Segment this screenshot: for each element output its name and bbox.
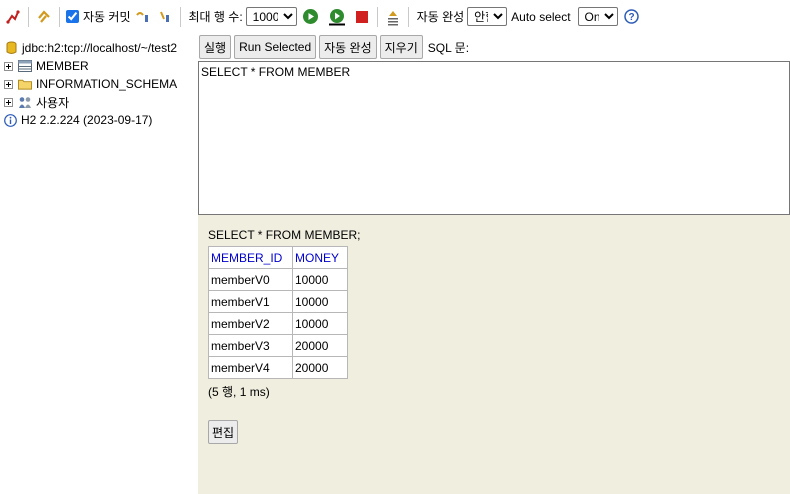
table-cell: 10000 — [292, 290, 348, 313]
toolbar: 자동 커밋 최대 행 수: 1000 자동 완성 안함 Auto select … — [0, 0, 790, 33]
schema-tree: jdbc:h2:tcp://localhost/~/test2 MEMBER I… — [0, 33, 197, 494]
connection-node[interactable]: jdbc:h2:tcp://localhost/~/test2 — [0, 39, 197, 57]
version-node: H2 2.2.224 (2023-09-17) — [0, 111, 197, 129]
tree-item-member[interactable]: MEMBER — [0, 57, 197, 75]
table-cell: memberV1 — [208, 290, 293, 313]
run-step-icon[interactable] — [328, 8, 346, 26]
run-icon[interactable] — [302, 8, 320, 26]
toolbar-divider — [179, 6, 181, 27]
rollback-icon[interactable] — [134, 8, 152, 26]
database-icon — [4, 41, 18, 55]
run-selected-button[interactable]: Run Selected — [234, 35, 317, 59]
expand-icon[interactable] — [4, 97, 13, 107]
refresh-icon[interactable] — [35, 8, 53, 26]
autocomplete-label: 자동 완성 — [416, 10, 465, 24]
table-cell: 20000 — [292, 356, 348, 379]
autocommit-checkbox[interactable] — [66, 10, 79, 23]
table-row: memberV3 20000 — [208, 334, 348, 357]
max-rows-label: 최대 행 수: — [188, 10, 243, 24]
table-cell: memberV2 — [208, 312, 293, 335]
users-icon — [18, 95, 32, 109]
sql-command-bar: 실행 Run Selected 자동 완성 지우기 SQL 문: — [197, 33, 790, 61]
toolbar-divider — [59, 6, 60, 27]
toolbar-divider — [376, 6, 378, 27]
max-rows-select[interactable]: 1000 — [245, 7, 297, 26]
folder-icon — [18, 77, 32, 91]
stop-icon[interactable] — [353, 8, 371, 26]
run-button[interactable]: 실행 — [199, 35, 232, 59]
table-cell: 10000 — [292, 268, 348, 291]
commit-icon[interactable] — [156, 8, 174, 26]
tree-item-label: MEMBER — [36, 59, 89, 73]
expand-icon[interactable] — [4, 79, 13, 89]
autoselect-select[interactable]: On — [577, 7, 618, 26]
result-pane: SELECT * FROM MEMBER; MEMBER_ID MONEY me… — [198, 215, 790, 494]
table-cell: 20000 — [292, 334, 348, 357]
table-header-row: MEMBER_ID MONEY — [208, 246, 348, 269]
executed-statement: SELECT * FROM MEMBER; — [208, 228, 361, 242]
table-cell: 10000 — [292, 312, 348, 335]
tree-item-label: INFORMATION_SCHEMA — [36, 77, 178, 91]
disconnect-icon[interactable] — [4, 8, 22, 26]
tree-item-information-schema[interactable]: INFORMATION_SCHEMA — [0, 75, 197, 93]
toolbar-divider — [407, 6, 409, 27]
autocomplete-select[interactable]: 안함 — [467, 7, 508, 26]
tree-item-label: 사용자 — [36, 95, 70, 110]
autocommit-toggle[interactable]: 자동 커밋 — [66, 7, 134, 27]
help-icon[interactable]: ? — [623, 8, 641, 26]
version-label: H2 2.2.224 (2023-09-17) — [21, 113, 153, 127]
autocomplete-button[interactable]: 자동 완성 — [319, 35, 377, 59]
tree-item-users[interactable]: 사용자 — [0, 93, 197, 111]
column-header-member-id[interactable]: MEMBER_ID — [208, 246, 293, 269]
info-icon — [3, 113, 17, 127]
table-row: memberV0 10000 — [208, 268, 348, 291]
column-header-money[interactable]: MONEY — [292, 246, 348, 269]
svg-text:?: ? — [628, 12, 634, 23]
expand-icon[interactable] — [4, 61, 13, 71]
sql-editor[interactable] — [198, 61, 790, 215]
connection-label: jdbc:h2:tcp://localhost/~/test2 — [22, 41, 178, 55]
table-cell: memberV4 — [208, 356, 293, 379]
autoselect-label: Auto select — [511, 9, 571, 24]
autocommit-label: 자동 커밋 — [83, 10, 131, 24]
table-row: memberV2 10000 — [208, 312, 348, 335]
result-table: MEMBER_ID MONEY memberV0 10000 memberV1 … — [208, 246, 348, 379]
sql-label: SQL 문: — [427, 40, 470, 55]
table-row: memberV1 10000 — [208, 290, 348, 313]
result-summary: (5 행, 1 ms) — [208, 385, 270, 399]
edit-button[interactable]: 편집 — [208, 420, 239, 444]
toolbar-divider — [28, 6, 29, 27]
clear-button[interactable]: 지우기 — [379, 35, 423, 59]
table-row: memberV4 20000 — [208, 356, 348, 379]
history-icon[interactable] — [384, 8, 402, 26]
table-cell: memberV0 — [208, 268, 293, 291]
table-icon — [18, 59, 32, 73]
table-cell: memberV3 — [208, 334, 293, 357]
